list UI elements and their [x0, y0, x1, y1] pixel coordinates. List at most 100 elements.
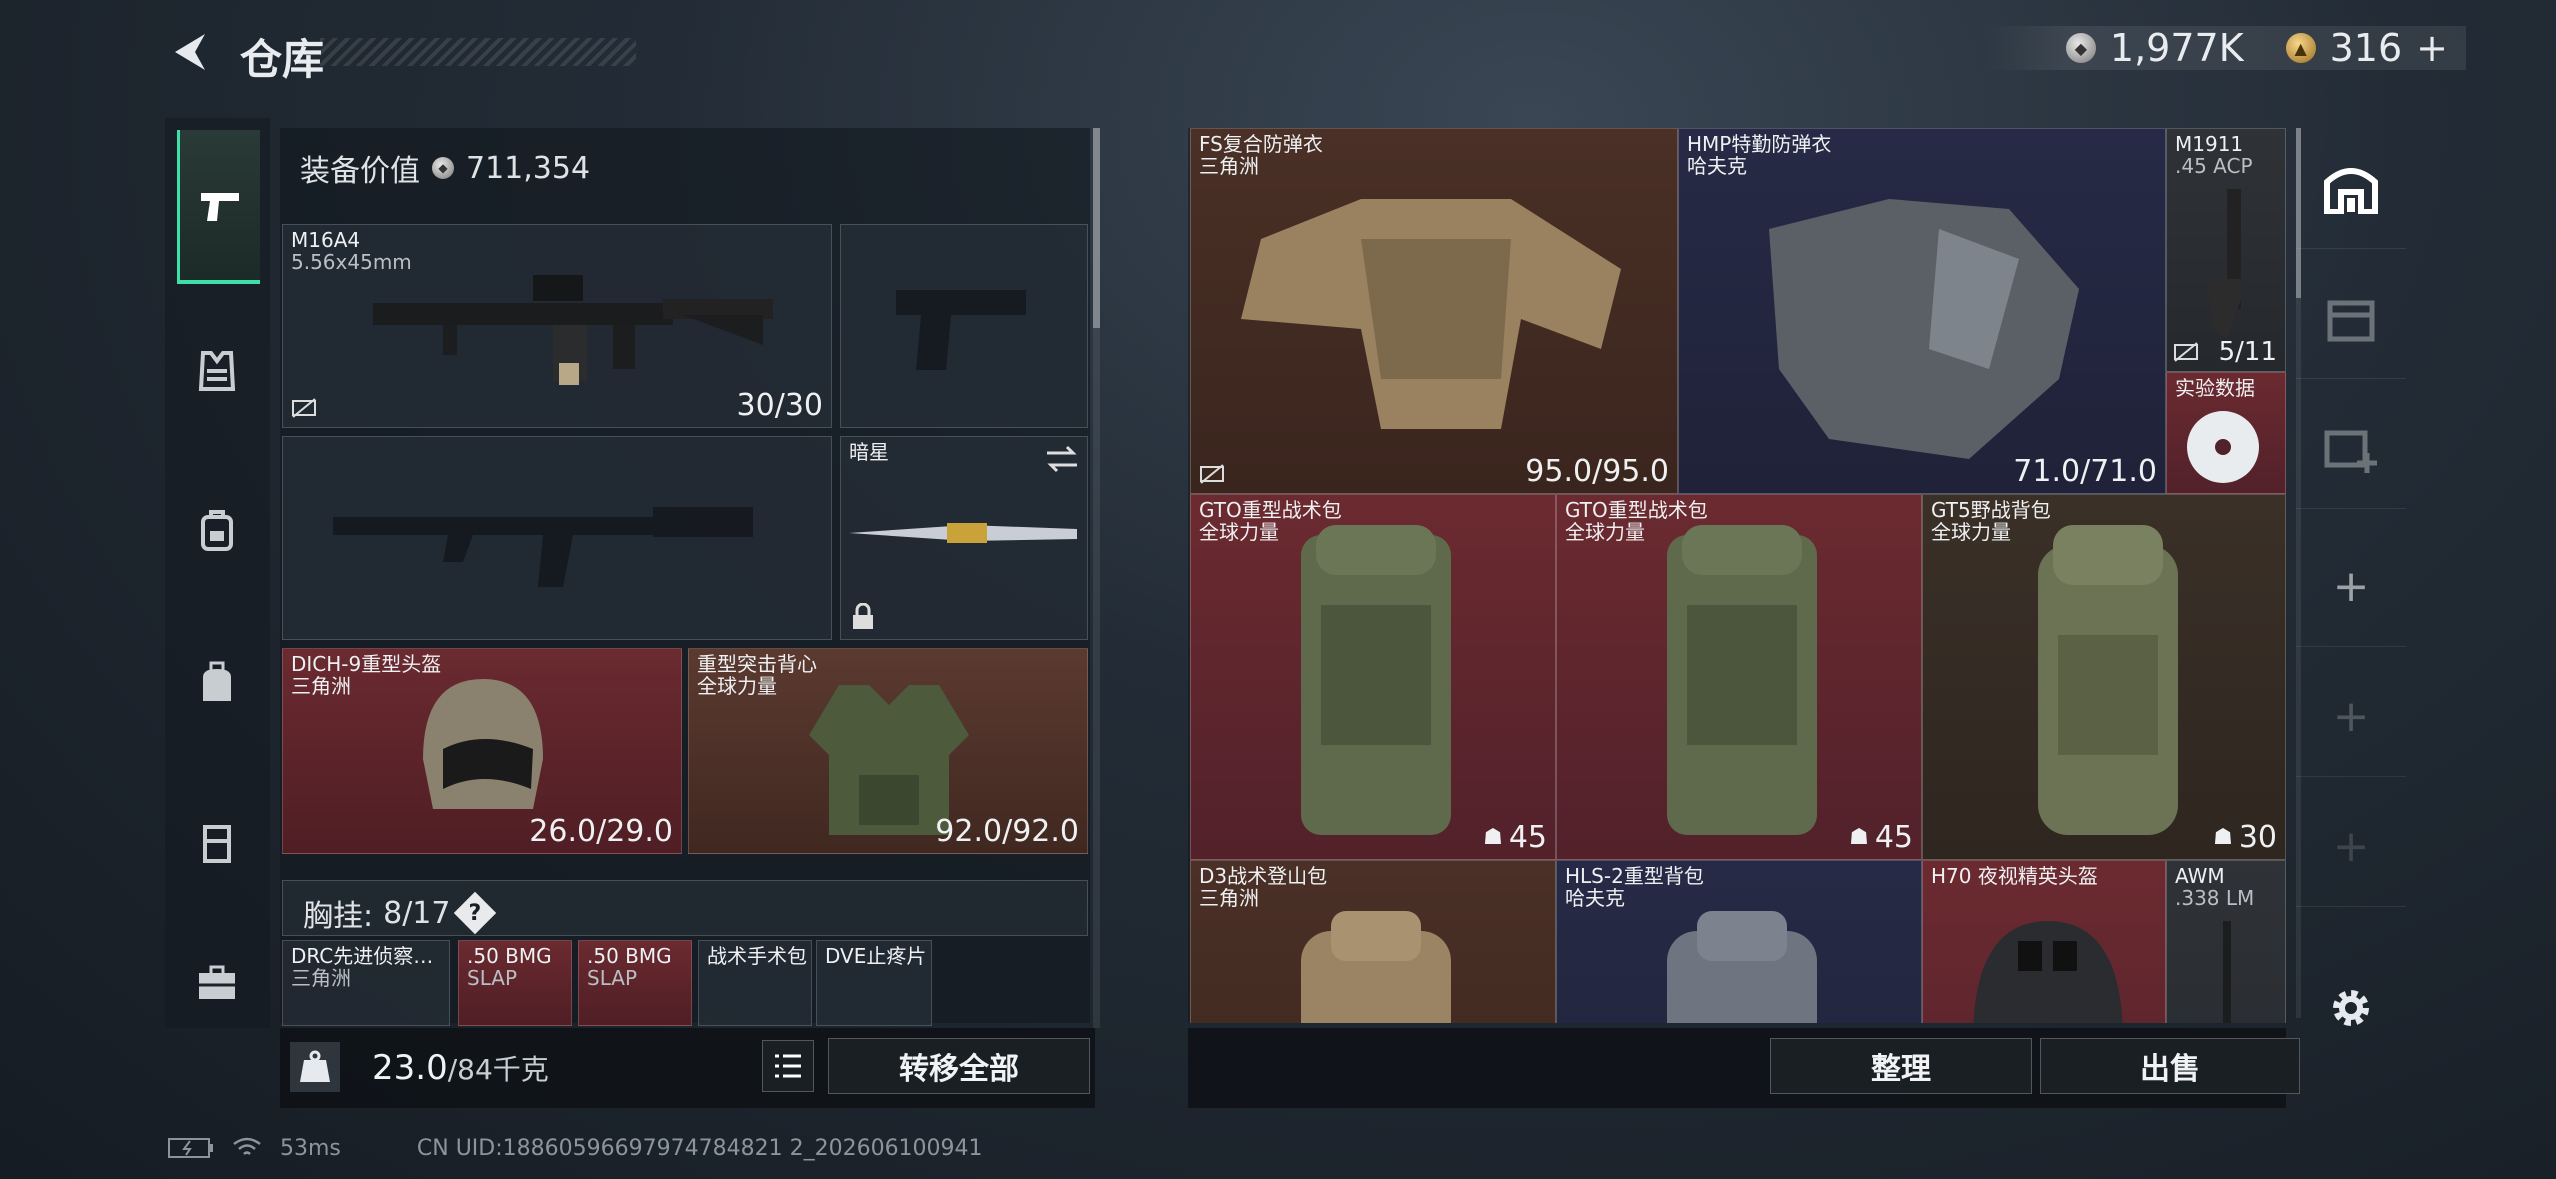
bag-icon: [203, 661, 231, 701]
stash-item-3[interactable]: 实验数据: [2166, 372, 2286, 494]
plus-icon: +: [2332, 690, 2370, 742]
armor-durability: 92.0/92.0: [935, 814, 1079, 849]
rig-item-2[interactable]: .50 BMG SLAP: [578, 940, 692, 1026]
item-origin: 三角洲: [1199, 886, 1259, 910]
rig-item-name: DVE止疼片: [825, 944, 927, 968]
helmet-origin: 三角洲: [291, 674, 351, 698]
add-slot-button-1[interactable]: +: [2296, 526, 2406, 647]
pistol-placeholder-icon: [896, 290, 1026, 370]
item-origin: .338 LM: [2175, 886, 2255, 910]
stash-item-10[interactable]: AWM .338 LM: [2166, 860, 2286, 1023]
back-button[interactable]: [165, 28, 213, 76]
pistol-slot[interactable]: [840, 224, 1088, 428]
rig-item-1[interactable]: .50 BMG SLAP: [458, 940, 572, 1026]
battery-icon: [168, 1138, 213, 1158]
helmet-icon: [423, 679, 543, 809]
chest-rig-header[interactable]: 胸挂: 8/17 ?: [282, 880, 1088, 936]
storage-bottom-bar: 整理 出售: [1188, 1028, 2300, 1108]
item-name: HLS-2重型背包: [1565, 864, 1704, 888]
item-origin: 哈夫克: [1565, 886, 1625, 910]
nav-vest[interactable]: [177, 296, 257, 446]
backpack-icon: [2038, 525, 2178, 835]
nav-weapons[interactable]: [177, 130, 260, 284]
stash-item-5[interactable]: GTO重型战术包 全球力量 ☗ 45: [1556, 494, 1922, 860]
nav-backpack[interactable]: [177, 456, 257, 606]
page-title: 仓库: [240, 35, 325, 84]
swap-icon[interactable]: [1045, 445, 1079, 473]
back-arrow-icon: [175, 34, 205, 70]
gold-coin-icon: ▲: [2285, 33, 2316, 63]
primary-weapon-slot[interactable]: M16A4 5.56x45mm 30/30: [282, 224, 832, 428]
storage-box-icon: [2327, 300, 2375, 342]
nav-storage-expand[interactable]: [2296, 258, 2406, 379]
backpack-icon: [1301, 525, 1451, 835]
stash-item-0[interactable]: FS复合防弹衣 三角洲 95.0/95.0: [1190, 128, 1678, 494]
item-name: M1911: [2175, 132, 2244, 156]
uid-text: CN UID:18860596697974784821 2_2026061009…: [416, 1135, 983, 1161]
melee-name: 暗星: [849, 440, 889, 464]
help-icon[interactable]: ?: [454, 891, 497, 935]
add-gold-button[interactable]: +: [2416, 26, 2448, 70]
stash-item-1[interactable]: HMP特勤防弹衣 哈夫克 71.0/71.0: [1678, 128, 2166, 494]
settings-button[interactable]: [2296, 968, 2406, 1048]
vest-icon: [198, 351, 236, 391]
stash-item-4[interactable]: GTO重型战术包 全球力量 ☗ 45: [1190, 494, 1556, 860]
sort-button[interactable]: 整理: [1770, 1038, 2032, 1094]
item-origin: 全球力量: [1931, 520, 2011, 544]
item-origin: .45 ACP: [2175, 154, 2253, 178]
sell-button[interactable]: 出售: [2040, 1038, 2300, 1094]
helmet-slot[interactable]: DICH-9重型头盔 三角洲 26.0/29.0: [282, 648, 682, 854]
weight-bar: 23.0/84千克 转移全部: [280, 1028, 1095, 1108]
rig-item-0[interactable]: DRC先进侦察… 三角洲: [282, 940, 450, 1026]
pistol-icon: [201, 193, 239, 221]
add-slot-button-3[interactable]: +: [2296, 786, 2406, 907]
transfer-all-button[interactable]: 转移全部: [828, 1038, 1090, 1094]
gold-currency-value: 316: [2329, 26, 2403, 70]
secondary-weapon-slot[interactable]: [282, 436, 832, 640]
nav-briefcase[interactable]: [177, 908, 257, 1058]
item-origin: 三角洲: [1199, 154, 1259, 178]
no-durability-icon: [2174, 342, 2198, 362]
rig-item-3[interactable]: 战术手术包: [698, 940, 812, 1026]
backpack-icon: [201, 510, 233, 551]
wifi-icon: [233, 1137, 261, 1155]
armor-slot[interactable]: 重型突击背心 全球力量 92.0/92.0: [688, 648, 1088, 854]
rig-item-sub: SLAP: [467, 966, 518, 990]
nav-bag[interactable]: [177, 608, 257, 758]
stash-item-9[interactable]: H70 夜视精英头盔: [1922, 860, 2166, 1023]
stash-grid: FS复合防弹衣 三角洲 95.0/95.0 HMP特勤防弹衣 哈夫克 71.0/71…: [1190, 128, 2286, 1023]
helmet-icon: [1973, 921, 2123, 1023]
stash-item-2[interactable]: M1911.45 ACP 5/11: [2166, 128, 2286, 372]
nav-storage-add[interactable]: [2296, 388, 2406, 509]
stash-item-7[interactable]: D3战术登山包 三角洲: [1190, 860, 1556, 1023]
primary-weapon-ammo-count: 30/30: [736, 388, 823, 423]
rig-item-4[interactable]: DVE止疼片: [816, 940, 932, 1026]
stash-item-8[interactable]: HLS-2重型背包 哈夫克: [1556, 860, 1922, 1023]
stash-item-6[interactable]: GT5野战背包 全球力量 ☗ 30: [1922, 494, 2286, 860]
item-origin: 哈夫克: [1687, 154, 1747, 178]
rig-item-sub: 三角洲: [291, 966, 351, 990]
currency-bar: ◆ 1,977K ▲ 316 +: [1985, 26, 2466, 70]
item-name: FS复合防弹衣: [1199, 132, 1323, 156]
add-slot-button-2[interactable]: +: [2296, 656, 2406, 777]
silver-currency-value: 1,977K: [2109, 26, 2244, 70]
item-name: 实验数据: [2175, 376, 2255, 400]
silver-coin-icon: ◆: [2065, 33, 2096, 63]
item-durability: 71.0/71.0: [2013, 454, 2157, 489]
left-nav: [165, 118, 270, 1028]
rifle-icon: [373, 275, 773, 385]
nav-warehouse[interactable]: [2296, 128, 2406, 249]
capacity-icon: ☗: [1849, 825, 1869, 850]
list-icon: [775, 1054, 801, 1078]
nav-container[interactable]: [177, 768, 257, 918]
armor-vest-icon: [1241, 199, 1621, 429]
knife-icon: [849, 523, 1077, 543]
no-durability-icon: [1200, 464, 1224, 484]
armor-origin: 全球力量: [697, 674, 777, 698]
loadout-scroll-thumb[interactable]: [1093, 128, 1100, 328]
container-icon: [203, 825, 231, 863]
list-view-button[interactable]: [762, 1040, 814, 1092]
weight-max: /84千克: [447, 1053, 549, 1086]
primary-weapon-name: M16A4: [291, 228, 361, 252]
melee-slot[interactable]: 暗星: [840, 436, 1088, 640]
